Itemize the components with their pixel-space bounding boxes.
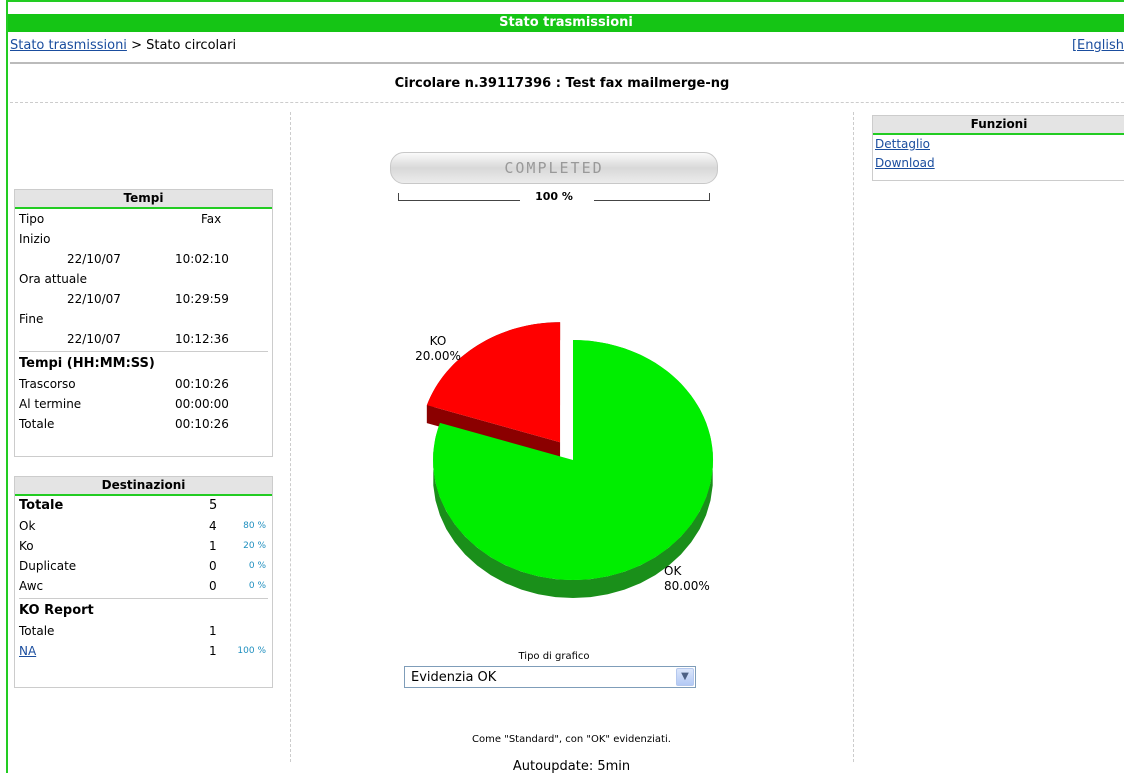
funzioni-panel: Funzioni Dettaglio Download xyxy=(872,115,1124,181)
destinazioni-row-count: 1 xyxy=(209,539,217,553)
chart-type-select-value: Evidenzia OK xyxy=(411,670,497,685)
breadcrumb-link-stato-trasmissioni[interactable]: Stato trasmissioni xyxy=(10,38,127,53)
pie-label-ko-name: KO xyxy=(429,334,447,348)
tempi-inizio-row: 22/10/07 10:02:10 xyxy=(15,249,272,269)
destinazioni-totale-label: Totale xyxy=(19,498,64,513)
tempi-totale-label: Totale xyxy=(19,417,55,431)
tempi-inizio-date: 22/10/07 xyxy=(67,252,121,266)
chevron-down-icon[interactable]: ▼ xyxy=(676,668,694,686)
tempi-tipo-row: Tipo Fax xyxy=(15,209,272,229)
pie-label-ok-name: OK xyxy=(664,564,682,578)
funzioni-panel-title: Funzioni xyxy=(873,116,1124,135)
destinazioni-row-percent: 0 % xyxy=(248,561,266,571)
tempi-separator xyxy=(19,351,268,352)
tempi-trascorso-label: Trascorso xyxy=(19,377,76,391)
tempi-fine-row: 22/10/07 10:12:36 xyxy=(15,329,272,349)
autoupdate-label: Autoupdate: 5min xyxy=(512,759,631,774)
tempi-fine-label: Fine xyxy=(19,312,44,326)
breadcrumb-current: Stato circolari xyxy=(146,38,237,53)
ko-report-totale-value: 1 xyxy=(209,624,217,638)
header-divider xyxy=(10,62,1124,64)
destinazioni-row-percent: 0 % xyxy=(248,581,266,591)
destinazioni-panel: Destinazioni Totale 5 Ok 4 80 % Ko 1 20 … xyxy=(14,476,273,688)
ko-report-na-count: 1 xyxy=(209,644,217,658)
chart-type-description: Come "Standard", con "OK" evidenziati. xyxy=(472,734,671,745)
tempi-fine-label-row: Fine xyxy=(15,309,272,329)
section-divider xyxy=(10,102,1124,103)
tempi-fine-time: 10:12:36 xyxy=(175,332,229,346)
tempi-durations-title: Tempi (HH:MM:SS) xyxy=(19,356,155,371)
destinazioni-row-awc: Awc 0 0 % xyxy=(15,576,272,596)
destinazioni-row-ok: Ok 4 80 % xyxy=(15,516,272,536)
tempi-ora-date: 22/10/07 xyxy=(67,292,121,306)
tempi-fine-date: 22/10/07 xyxy=(67,332,121,346)
destinazioni-row-count: 4 xyxy=(209,519,217,533)
page-title: Stato trasmissioni xyxy=(8,14,1124,32)
tempi-inizio-time: 10:02:10 xyxy=(175,252,229,266)
chart-type-label: Tipo di grafico xyxy=(518,651,590,662)
tempi-tipo-value: Fax xyxy=(201,212,222,226)
pie-label-ko-value: 20.00% xyxy=(415,349,461,363)
tempi-altermine-label: Al termine xyxy=(19,397,82,411)
destinazioni-row-label: Awc xyxy=(19,579,44,593)
funzioni-link-download[interactable]: Download xyxy=(873,154,1124,173)
tempi-ora-row: 22/10/07 10:29:59 xyxy=(15,289,272,309)
frame-top-border xyxy=(6,0,1124,2)
tempi-ora-label: Ora attuale xyxy=(19,272,87,286)
destinazioni-totale-row: Totale 5 xyxy=(15,496,272,516)
progress-status-bar: COMPLETED xyxy=(390,152,718,184)
tempi-trascorso-row: Trascorso 00:10:26 xyxy=(15,374,272,394)
ko-report-totale-label: Totale xyxy=(19,624,55,638)
destinazioni-panel-title: Destinazioni xyxy=(15,477,272,496)
circolare-title: Circolare n.39117396 : Test fax mailmerg… xyxy=(394,76,730,91)
progress-percent-label: 100 % xyxy=(535,190,573,203)
pie-label-ok: OK 80.00% xyxy=(664,564,724,594)
destinazioni-row-percent: 80 % xyxy=(243,521,266,531)
ko-report-totale-row: Totale 1 xyxy=(15,621,272,641)
destinazioni-row-percent: 20 % xyxy=(243,541,266,551)
tempi-inizio-label: Inizio xyxy=(19,232,51,246)
tempi-totale-row: Totale 00:10:26 xyxy=(15,414,272,434)
language-link-english[interactable]: [English xyxy=(1072,38,1124,53)
tempi-trascorso-value: 00:10:26 xyxy=(175,377,229,391)
ko-report-na-row: NA 1 100 % xyxy=(15,641,272,661)
chart-type-select[interactable]: Evidenzia OK ▼ xyxy=(404,666,696,688)
tempi-totale-value: 00:10:26 xyxy=(175,417,229,431)
tempi-panel-title: Tempi xyxy=(15,190,272,209)
progress-scale: 100 % xyxy=(398,190,710,203)
destinazioni-totale-value: 5 xyxy=(209,498,218,513)
funzioni-link-dettaglio[interactable]: Dettaglio xyxy=(873,135,1124,154)
tempi-altermine-value: 00:00:00 xyxy=(175,397,229,411)
ko-report-na-link[interactable]: NA xyxy=(19,644,36,658)
destinazioni-row-label: Duplicate xyxy=(19,559,77,573)
destinazioni-separator xyxy=(19,598,268,599)
destinazioni-row-label: Ok xyxy=(19,519,36,533)
column-divider-left xyxy=(290,112,291,762)
language-switch: [English xyxy=(1072,38,1124,53)
breadcrumb-separator: > xyxy=(131,38,142,53)
tempi-tipo-label: Tipo xyxy=(19,212,45,226)
tempi-inizio-label-row: Inizio xyxy=(15,229,272,249)
tempi-ora-time: 10:29:59 xyxy=(175,292,229,306)
tempi-panel: Tempi Tipo Fax Inizio 22/10/07 10:02:10 … xyxy=(14,189,273,457)
destinazioni-row-duplicate: Duplicate 0 0 % xyxy=(15,556,272,576)
pie-label-ko: KO 20.00% xyxy=(408,334,468,364)
destinazioni-row-ko: Ko 1 20 % xyxy=(15,536,272,556)
destinazioni-row-count: 0 xyxy=(209,579,217,593)
tempi-ora-label-row: Ora attuale xyxy=(15,269,272,289)
ko-report-na-percent: 100 % xyxy=(237,646,266,656)
tempi-altermine-row: Al termine 00:00:00 xyxy=(15,394,272,414)
breadcrumb: Stato trasmissioni > Stato circolari xyxy=(10,38,236,53)
frame-left-border xyxy=(6,0,8,773)
destinazioni-row-count: 0 xyxy=(209,559,217,573)
ko-report-title: KO Report xyxy=(19,603,94,618)
column-divider-right xyxy=(853,112,854,762)
pie-label-ok-value: 80.00% xyxy=(664,579,710,593)
pie-chart xyxy=(426,322,714,598)
destinazioni-row-label: Ko xyxy=(19,539,34,553)
